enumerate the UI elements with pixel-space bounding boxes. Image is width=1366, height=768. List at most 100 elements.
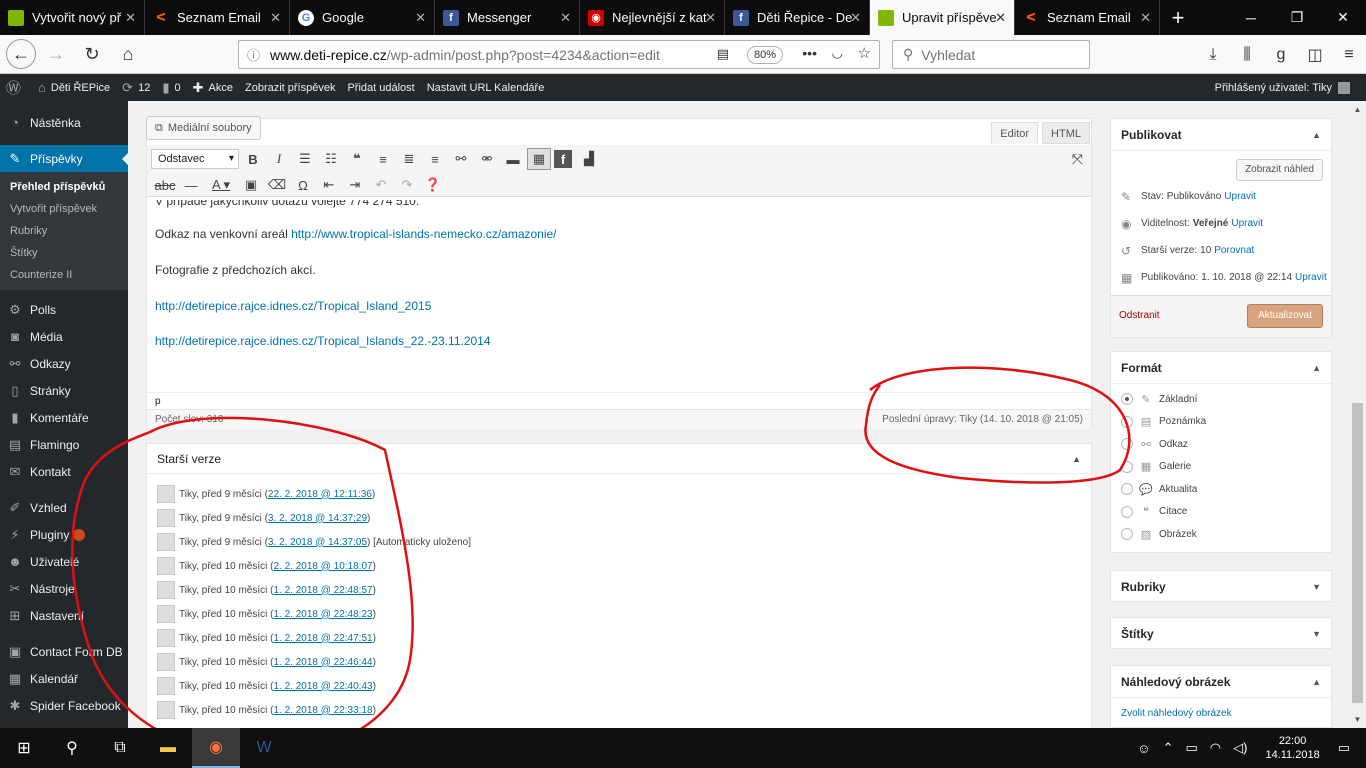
revision-link[interactable]: 3. 2. 2018 @ 14:37:05 (268, 537, 367, 548)
set-featured-image-link[interactable]: Zvolit náhledový obrázek (1111, 698, 1331, 729)
clear-format-icon[interactable]: ⌫ (265, 174, 289, 196)
updates-link[interactable]: ⟳ 12 (116, 74, 156, 101)
menu-dashboard[interactable]: ◔ Nástěnka (0, 109, 128, 136)
format-option[interactable]: ✎ Základní (1111, 388, 1331, 411)
collapse-arrow-icon[interactable]: ▲ (1312, 363, 1321, 373)
browser-tab[interactable]: f Messenger ✕ (435, 0, 580, 35)
home-button[interactable]: ⌂ (112, 38, 144, 70)
collapse-arrow-icon[interactable]: ▲ (1312, 130, 1321, 140)
calendar-url-link[interactable]: Nastavit URL Kalendáře (421, 74, 551, 101)
menu-links[interactable]: ⚯ Odkazy (0, 350, 128, 377)
close-icon[interactable]: ✕ (560, 10, 571, 26)
add-event-link[interactable]: Přidat událost (341, 74, 420, 101)
align-center-icon[interactable]: ≣ (397, 148, 421, 170)
browser-tab[interactable]: ᐸ Seznam Email ✕ (145, 0, 290, 35)
expand-arrow-icon[interactable]: ▼ (1312, 629, 1321, 639)
firefox-icon[interactable]: ◉ (192, 728, 240, 768)
info-icon[interactable]: ⓘ (247, 45, 260, 64)
align-right-icon[interactable]: ≡ (423, 148, 447, 170)
expand-arrow-icon[interactable]: ▼ (1312, 582, 1321, 592)
menu-calendar[interactable]: ▦ Kalendář (0, 665, 128, 692)
notifications-icon[interactable]: ▭ (1338, 740, 1350, 756)
more-icon[interactable]: ••• (802, 45, 817, 61)
people-icon[interactable]: ☺ (1137, 741, 1150, 756)
revision-link[interactable]: 1. 2. 2018 @ 22:47:51 (273, 633, 372, 644)
menu-plugins[interactable]: ⚡ Pluginy (0, 521, 128, 548)
submenu-tags[interactable]: Štítky (0, 242, 128, 264)
redo-icon[interactable]: ↷ (395, 174, 419, 196)
facebook-icon[interactable]: f (554, 150, 572, 168)
menu-settings[interactable]: ⊞ Nastavení (0, 602, 128, 629)
browser-tab[interactable]: G Google ✕ (290, 0, 435, 35)
edit-visibility-link[interactable]: Upravit (1231, 218, 1263, 229)
site-name-link[interactable]: ⌂ Děti ŘEPice (32, 74, 116, 101)
extension-icon[interactable]: g (1264, 46, 1298, 64)
search-icon[interactable]: ⚲ (48, 728, 96, 768)
sidebar-icon[interactable]: ◫ (1298, 45, 1332, 65)
update-button[interactable]: Aktualizovat (1247, 304, 1323, 328)
close-icon[interactable]: ✕ (705, 10, 716, 26)
volume-icon[interactable]: ◁) (1233, 740, 1247, 756)
pocket-icon[interactable]: ◡ (832, 45, 843, 61)
publish-header[interactable]: Publikovat ▲ (1111, 119, 1331, 151)
radio-button[interactable] (1121, 505, 1133, 518)
close-window-icon[interactable]: ✕ (1320, 0, 1366, 35)
add-media-button[interactable]: ⧉ Mediální soubory (146, 116, 261, 140)
scroll-thumb[interactable] (1352, 403, 1363, 703)
format-option[interactable]: 💬 Aktualita (1111, 478, 1331, 501)
radio-button[interactable] (1121, 438, 1133, 451)
categories-header[interactable]: Rubriky ▼ (1111, 571, 1331, 603)
format-select[interactable]: Odstavec (151, 149, 239, 169)
user-account[interactable]: Přihlášený uživatel: Tiky (1209, 74, 1356, 101)
undo-icon[interactable]: ↶ (369, 174, 393, 196)
format-option[interactable]: ▨ Obrázek (1111, 523, 1331, 546)
fullscreen-icon[interactable]: ⤧ (1072, 151, 1083, 168)
task-view-icon[interactable]: ⧉ (96, 728, 144, 768)
search-input[interactable]: ⚲ Vyhledat (892, 40, 1090, 69)
editor-content[interactable]: V případě jakýchkoliv dotazů volejte 774… (155, 200, 1075, 369)
reload-button[interactable]: ↻ (76, 38, 108, 70)
close-icon[interactable]: ✕ (415, 10, 426, 26)
url-bar[interactable]: ⓘ www.deti-repice.cz/wp-admin/post.php?p… (238, 40, 880, 69)
reader-icon[interactable]: ▤ (717, 46, 729, 62)
comments-link[interactable]: ▮ 0 (156, 74, 186, 101)
outdent-icon[interactable]: ⇤ (317, 174, 341, 196)
submenu-new-post[interactable]: Vytvořit příspěvek (0, 198, 128, 220)
strikethrough-icon[interactable]: abc (153, 174, 177, 196)
tags-header[interactable]: Štítky ▼ (1111, 618, 1331, 650)
minimize-icon[interactable]: ─ (1228, 0, 1274, 35)
menu-flamingo[interactable]: ▤ Flamingo (0, 431, 128, 458)
close-icon[interactable]: ✕ (270, 10, 281, 26)
edit-status-link[interactable]: Upravit (1224, 191, 1256, 202)
menu-posts[interactable]: ✎ Příspěvky (0, 145, 128, 172)
chart-icon[interactable]: ▟ (577, 148, 601, 170)
close-icon[interactable]: ✕ (995, 10, 1006, 26)
preview-button[interactable]: Zobrazit náhled (1236, 159, 1323, 181)
browser-tab[interactable]: f Děti Řepice - De ✕ (725, 0, 870, 35)
back-button[interactable]: ← (6, 39, 36, 69)
menu-spider-facebook[interactable]: ✱ Spider Facebook (0, 692, 128, 719)
tab-html-editor[interactable]: HTML (1042, 122, 1090, 144)
new-content-link[interactable]: ✚ Akce (187, 74, 239, 101)
browser-tab-active[interactable]: Upravit příspěvek ✕ (870, 0, 1015, 35)
close-icon[interactable]: ✕ (125, 10, 136, 26)
close-icon[interactable]: ✕ (1140, 10, 1151, 26)
menu-tools[interactable]: ✂ Nástroje (0, 575, 128, 602)
menu-contact-form-db[interactable]: ▣ Contact Form DB (0, 638, 128, 665)
clock[interactable]: 22:00 14.11.2018 (1265, 734, 1319, 762)
close-icon[interactable]: ✕ (850, 10, 861, 26)
view-post-link[interactable]: Zobrazit příspěvek (239, 74, 341, 101)
page-scrollbar[interactable]: ▲ ▼ (1349, 101, 1366, 728)
revision-link[interactable]: 3. 2. 2018 @ 14:37:29 (268, 513, 367, 524)
revision-link[interactable]: 1. 2. 2018 @ 22:48:23 (273, 609, 372, 620)
gallery-link[interactable]: http://detirepice.rajce.idnes.cz/Tropica… (155, 299, 431, 313)
radio-button[interactable] (1121, 460, 1133, 473)
help-icon[interactable]: ❓ (421, 174, 445, 196)
featured-image-header[interactable]: Náhledový obrázek ▲ (1111, 666, 1331, 698)
new-tab-button[interactable]: + (1160, 0, 1196, 35)
library-icon[interactable]: ⫼ (1230, 46, 1264, 64)
tab-visual-editor[interactable]: Editor (991, 122, 1039, 144)
format-header[interactable]: Formát ▲ (1111, 352, 1331, 384)
bullet-list-icon[interactable]: ☰ (293, 148, 317, 170)
menu-appearance[interactable]: ✐ Vzhled (0, 494, 128, 521)
